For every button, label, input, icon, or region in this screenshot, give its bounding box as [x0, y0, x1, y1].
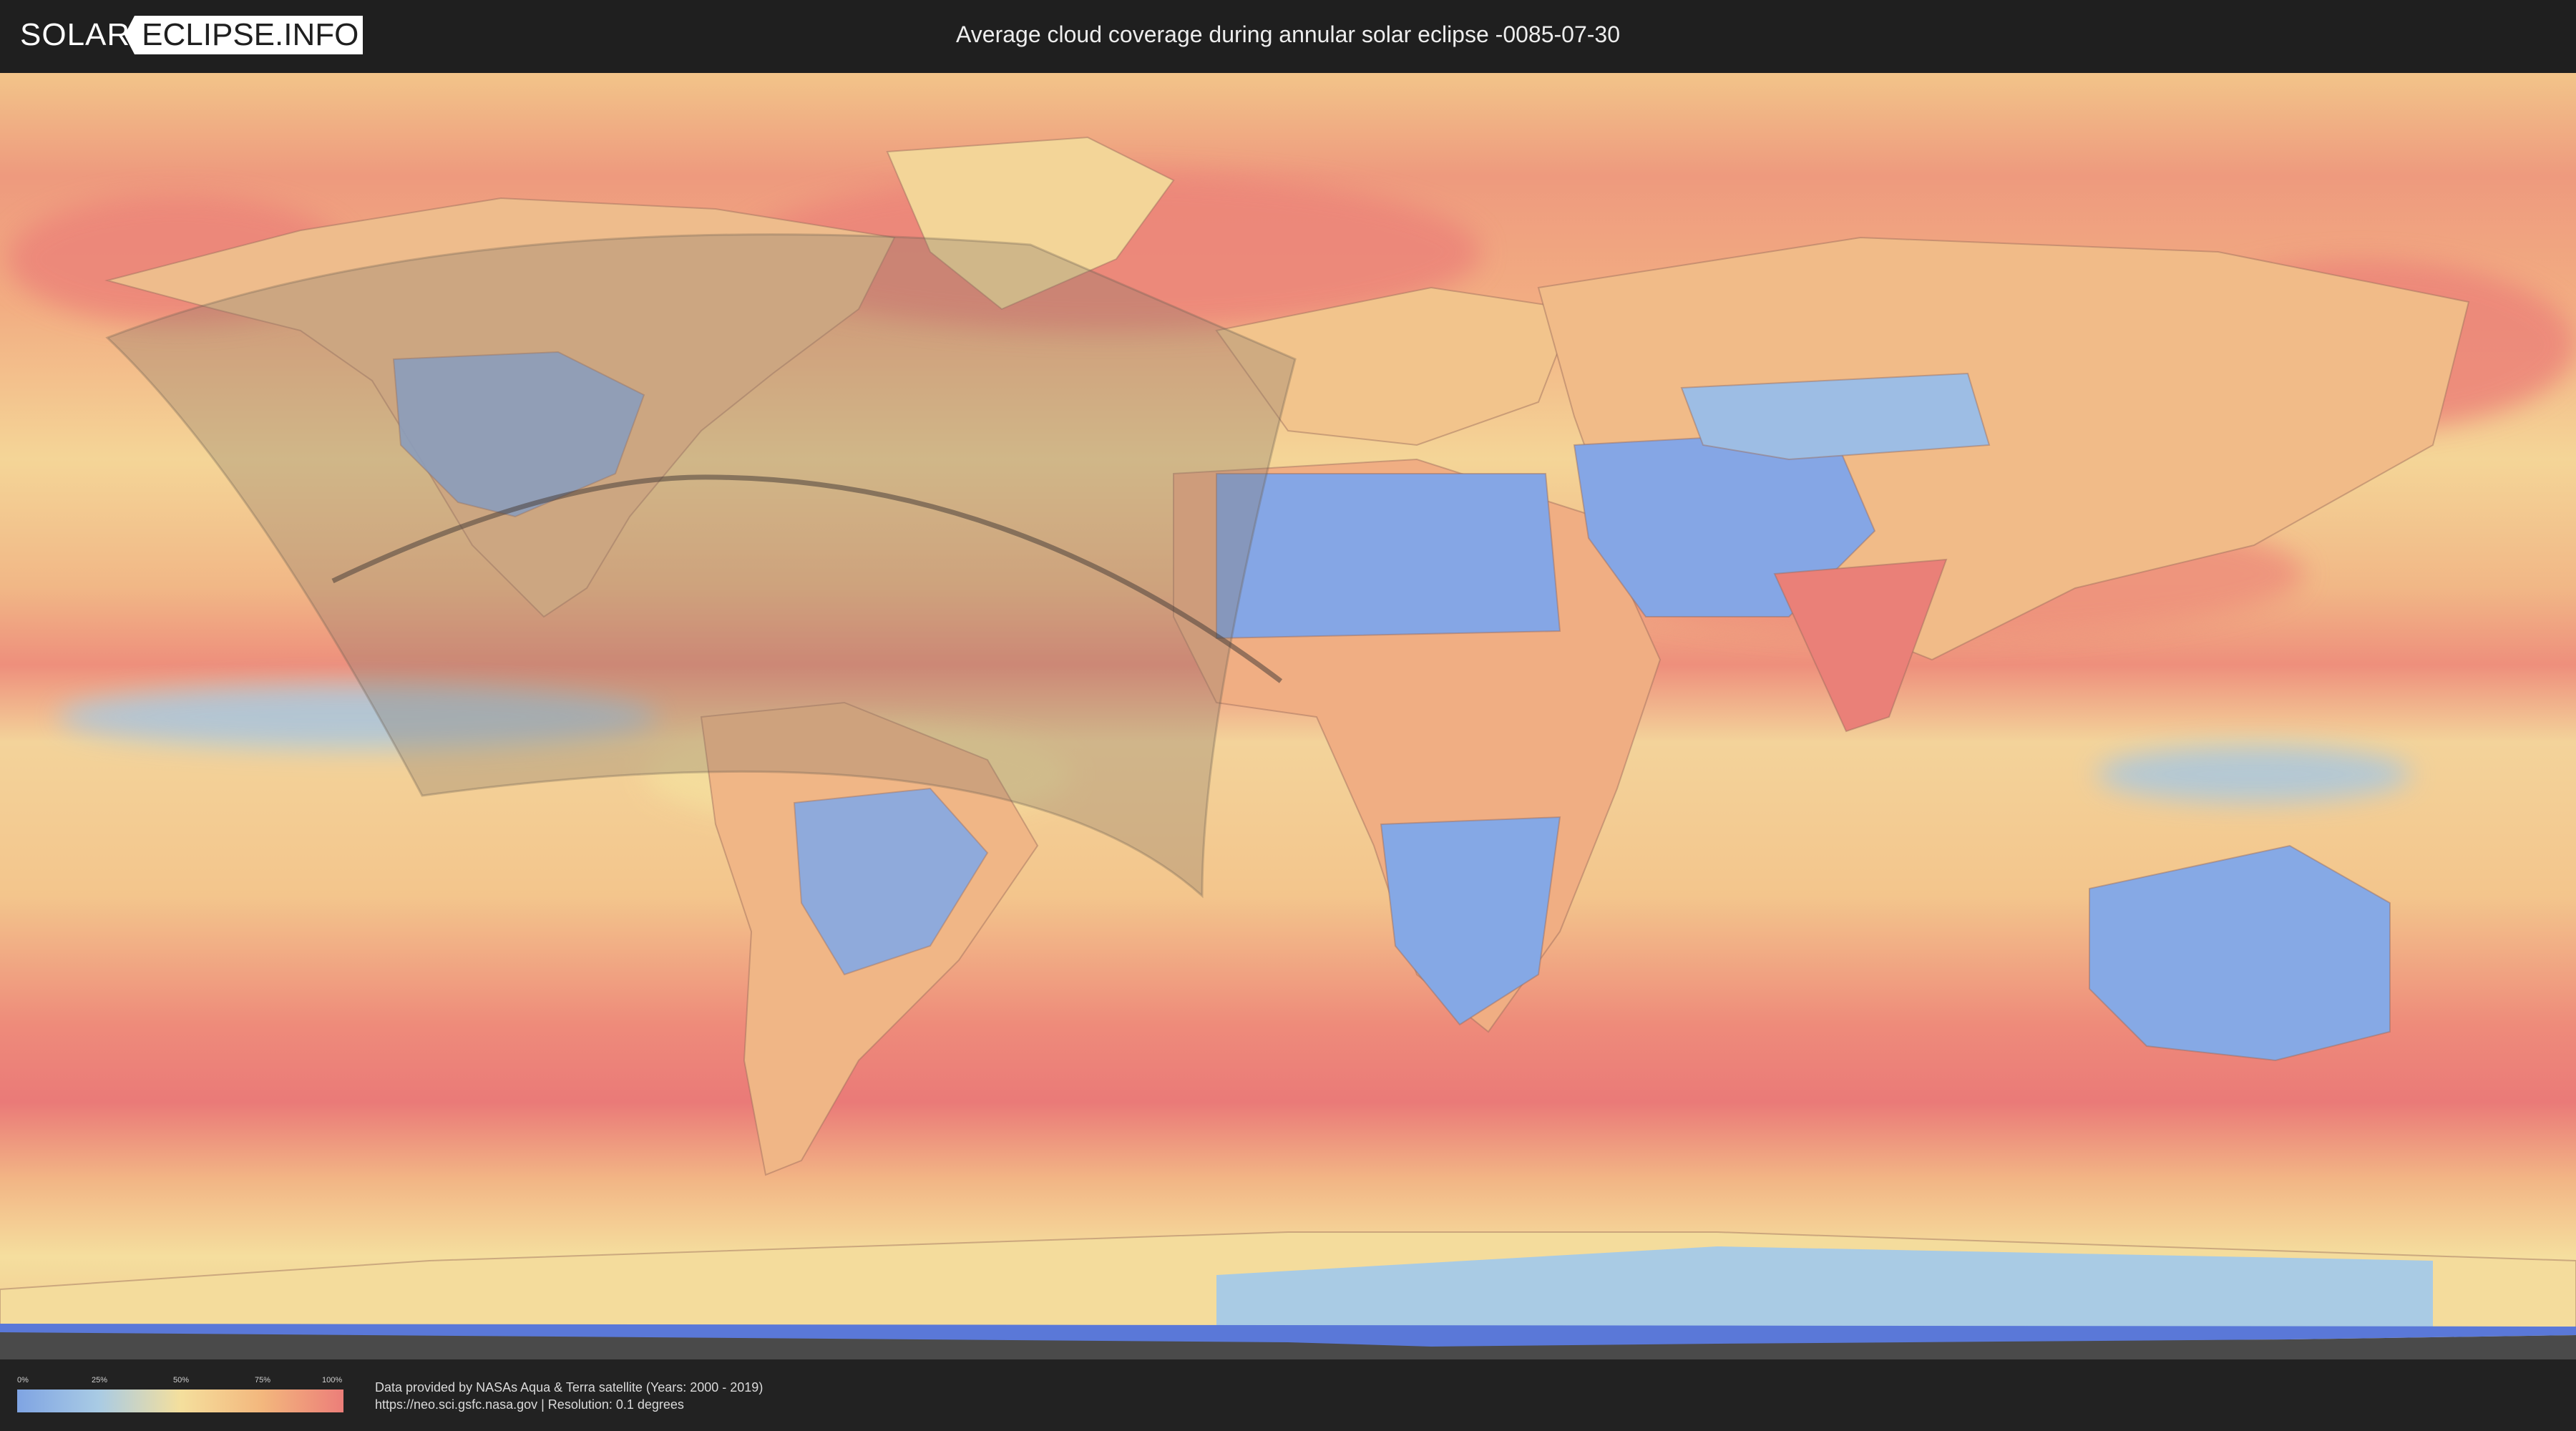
page-title: Average cloud coverage during annular so… [956, 21, 1620, 47]
legend-ticks: 0% 25% 50% 75% 100% [17, 1375, 343, 1385]
legend-tick-75: 75% [255, 1376, 271, 1384]
cloud-coverage-legend-bar [17, 1390, 343, 1412]
cloud-coverage-map [0, 73, 2576, 1359]
legend-tick-100: 100% [322, 1376, 343, 1384]
header-bar: SOLAR ECLIPSE.INFO Average cloud coverag… [0, 0, 2576, 73]
legend-tick-25: 25% [92, 1376, 108, 1384]
legend-tick-0: 0% [17, 1376, 29, 1384]
legend-tick-50: 50% [173, 1376, 190, 1384]
sahara [1216, 473, 1561, 640]
central-asia-dry [1680, 372, 1991, 461]
footer-bar [0, 1359, 2576, 1431]
data-source-line: https://neo.sci.gsfc.nasa.gov | Resoluti… [375, 1397, 684, 1412]
data-credit-line: Data provided by NASAs Aqua & Terra sate… [375, 1380, 763, 1395]
